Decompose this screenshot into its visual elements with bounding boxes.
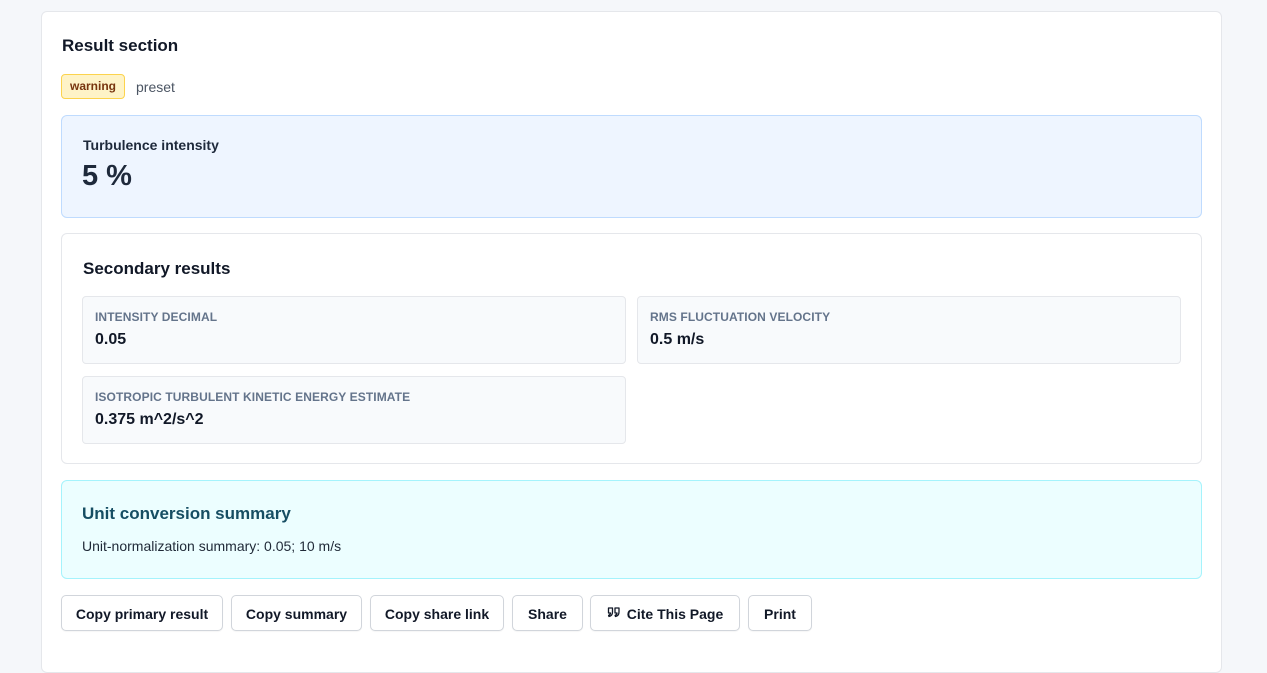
cite-this-page-button[interactable]: Cite This Page xyxy=(590,595,740,631)
unit-conversion-panel: Unit conversion summary Unit-normalizati… xyxy=(61,480,1202,579)
cite-label: Cite This Page xyxy=(626,606,724,622)
metric-value: 0.05 xyxy=(95,331,127,348)
metric-rms-fluctuation-velocity: RMS FLUCTUATION VELOCITY 0.5 m/s xyxy=(637,296,1181,364)
preset-label: preset xyxy=(136,79,175,95)
secondary-results-title: Secondary results xyxy=(83,259,231,278)
primary-result-value: 5 % xyxy=(82,160,132,192)
metric-turbulent-kinetic-energy: ISOTROPIC TURBULENT KINETIC ENERGY ESTIM… xyxy=(82,376,626,444)
copy-primary-result-button[interactable]: Copy primary result xyxy=(61,595,223,631)
share-button[interactable]: Share xyxy=(512,595,583,631)
unit-conversion-text: Unit-normalization summary: 0.05; 10 m/s xyxy=(82,538,342,554)
metric-value: 0.5 m/s xyxy=(650,331,705,348)
unit-conversion-title: Unit conversion summary xyxy=(82,504,291,523)
result-section-card: Result section warning preset Turbulence… xyxy=(41,11,1222,673)
secondary-results-panel: Secondary results INTENSITY DECIMAL 0.05… xyxy=(61,233,1202,464)
metric-label: RMS FLUCTUATION VELOCITY xyxy=(650,310,831,324)
metric-label: ISOTROPIC TURBULENT KINETIC ENERGY ESTIM… xyxy=(95,390,411,404)
primary-result-panel: Turbulence intensity 5 % xyxy=(61,115,1202,218)
result-section-title: Result section xyxy=(62,36,179,55)
metric-value: 0.375 m^2/s^2 xyxy=(95,411,204,428)
warning-badge: warning xyxy=(61,74,126,99)
copy-summary-button[interactable]: Copy summary xyxy=(231,595,362,631)
copy-share-link-button[interactable]: Copy share link xyxy=(370,595,504,631)
metric-label: INTENSITY DECIMAL xyxy=(95,310,218,324)
print-button[interactable]: Print xyxy=(748,595,812,631)
primary-result-label: Turbulence intensity xyxy=(83,137,219,153)
metric-intensity-decimal: INTENSITY DECIMAL 0.05 xyxy=(82,296,626,364)
quote-icon xyxy=(607,597,621,631)
